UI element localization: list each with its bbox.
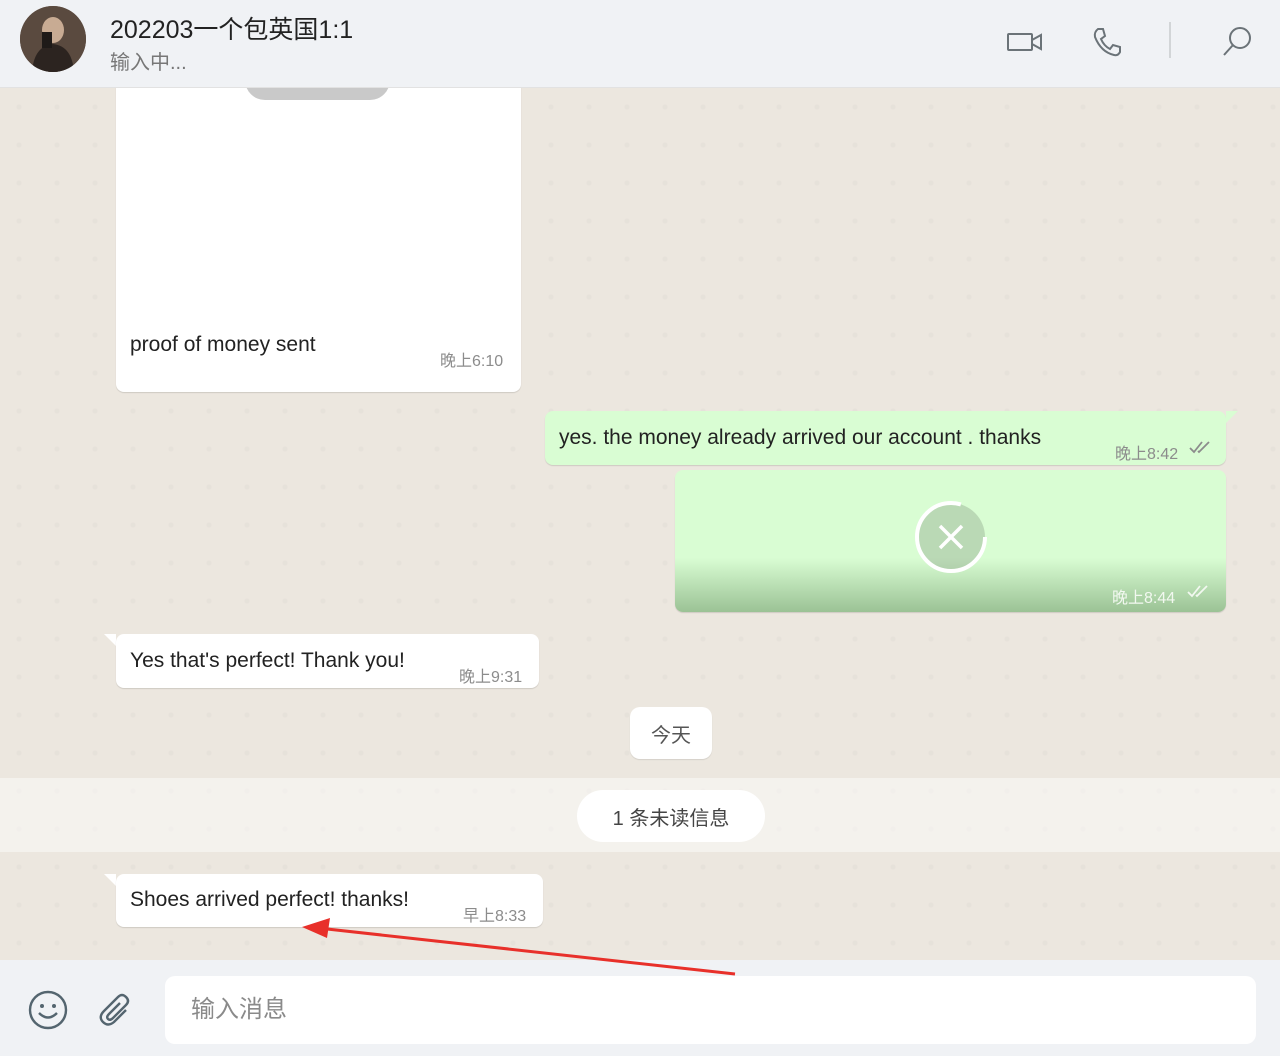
message-caption: proof of money sent <box>130 333 316 356</box>
bubble-tail <box>1226 411 1238 423</box>
contact-name[interactable]: 202203一个包英国1:1 <box>110 10 353 46</box>
paperclip-icon[interactable] <box>92 986 140 1034</box>
header-divider <box>1169 22 1171 58</box>
contact-avatar[interactable] <box>20 6 86 72</box>
search-icon[interactable] <box>1217 22 1257 62</box>
double-check-icon <box>1187 585 1208 598</box>
message-time: 早上8:33 <box>463 908 527 925</box>
message-text: Yes that's perfect! Thank you! <box>130 649 405 672</box>
message-input[interactable] <box>165 976 1256 1044</box>
phone-icon[interactable] <box>1087 22 1127 62</box>
typing-status: 输入中... <box>110 52 187 74</box>
date-divider: 今天 <box>630 707 712 759</box>
outgoing-media-message[interactable]: 晚上8:44 <box>675 470 1226 612</box>
image-message[interactable]: proof of money sent 晚上6:10 <box>116 88 521 392</box>
unread-divider: 1 条未读信息 <box>577 790 765 842</box>
message-time: 晚上9:31 <box>459 669 523 686</box>
message-text: Shoes arrived perfect! thanks! <box>130 888 409 911</box>
incoming-message[interactable]: Shoes arrived perfect! thanks! 早上8:33 <box>116 874 543 927</box>
chat-header: 202203一个包英国1:1 输入中... <box>0 0 1280 88</box>
emoji-icon[interactable] <box>24 986 72 1034</box>
bubble-tail <box>104 874 116 886</box>
composer-bar <box>0 960 1280 1056</box>
message-list[interactable]: proof of money sent 晚上6:10 yes. the mone… <box>0 88 1280 960</box>
message-time: 晚上8:44 <box>1112 590 1176 607</box>
double-check-icon <box>1189 441 1210 454</box>
incoming-message[interactable]: Yes that's perfect! Thank you! 晚上9:31 <box>116 634 539 688</box>
bubble-tail <box>104 634 116 646</box>
video-camera-icon[interactable] <box>1005 22 1045 62</box>
image-preview[interactable] <box>245 88 390 100</box>
message-text: yes. the money already arrived our accou… <box>559 426 1042 449</box>
outgoing-message[interactable]: yes. the money already arrived our accou… <box>545 411 1226 465</box>
close-icon[interactable] <box>913 499 989 575</box>
message-time: 晚上6:10 <box>440 353 504 370</box>
message-time: 晚上8:42 <box>1115 446 1179 463</box>
